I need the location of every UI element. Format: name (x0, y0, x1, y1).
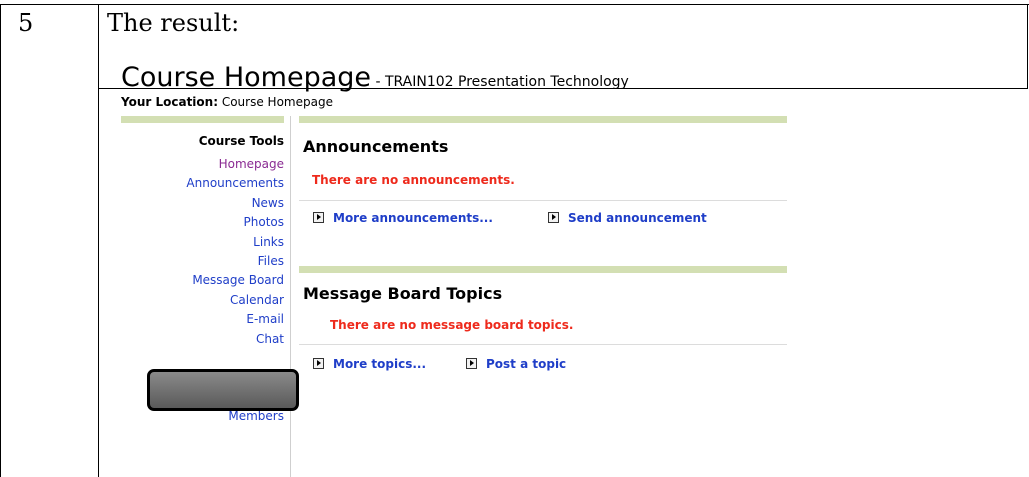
table-top-border (0, 4, 1029, 5)
sidebar-separator (290, 116, 291, 477)
announcements-empty-message: There are no announcements. (312, 173, 515, 187)
sidebar-item-news[interactable]: News (121, 196, 284, 215)
sidebar-item-homepage[interactable]: Homepage (121, 157, 284, 176)
table-right-border (1027, 5, 1028, 88)
sidebar-item-members[interactable]: Members (121, 409, 284, 428)
location-value: Course Homepage (218, 95, 333, 109)
post-topic-link[interactable]: Post a topic (466, 357, 566, 371)
sidebar-title: Course Tools (198, 134, 284, 148)
announcements-title: Announcements (303, 137, 449, 156)
page-title: Course Homepage - TRAIN102 Presentation … (121, 62, 629, 93)
arrow-box-icon (313, 212, 324, 223)
sidebar-item-announcements[interactable]: Announcements (121, 176, 284, 195)
sidebar-item-photos[interactable]: Photos (121, 215, 284, 234)
step-label: The result: (107, 9, 240, 37)
course-title: Course Homepage (121, 62, 372, 93)
message-board-title: Message Board Topics (303, 284, 503, 303)
arrow-box-icon (313, 358, 324, 369)
table-left-border (0, 5, 1, 477)
breadcrumb: Your Location: Course Homepage (121, 95, 333, 109)
sidebar-item-message-board[interactable]: Message Board (121, 273, 284, 292)
course-subtitle: - TRAIN102 Presentation Technology (371, 74, 629, 90)
sidebar-item-chat[interactable]: Chat (121, 332, 284, 351)
table-column-divider (98, 5, 99, 477)
sidebar-item-files[interactable]: Files (121, 254, 284, 273)
sidebar-item-email[interactable]: E-mail (121, 312, 284, 331)
send-announcement-link[interactable]: Send announcement (548, 211, 707, 225)
sidebar-item-calendar[interactable]: Calendar (121, 293, 284, 312)
location-label: Your Location: (121, 95, 219, 109)
announcements-divider (299, 200, 787, 201)
arrow-box-icon (548, 212, 559, 223)
more-topics-link[interactable]: More topics... (313, 357, 426, 371)
message-board-divider (299, 344, 787, 345)
more-announcements-link[interactable]: More announcements... (313, 211, 493, 225)
announcements-header-bar (299, 116, 787, 123)
sidebar-item-links[interactable]: Links (121, 235, 284, 254)
sidebar-header-bar (121, 116, 284, 123)
step-number: 5 (18, 9, 34, 37)
redaction-highlight-box (147, 369, 299, 411)
sidebar-item-hidden[interactable] (121, 351, 284, 370)
message-board-header-bar (299, 266, 787, 273)
message-board-empty-message: There are no message board topics. (330, 318, 574, 332)
arrow-box-icon (466, 358, 477, 369)
